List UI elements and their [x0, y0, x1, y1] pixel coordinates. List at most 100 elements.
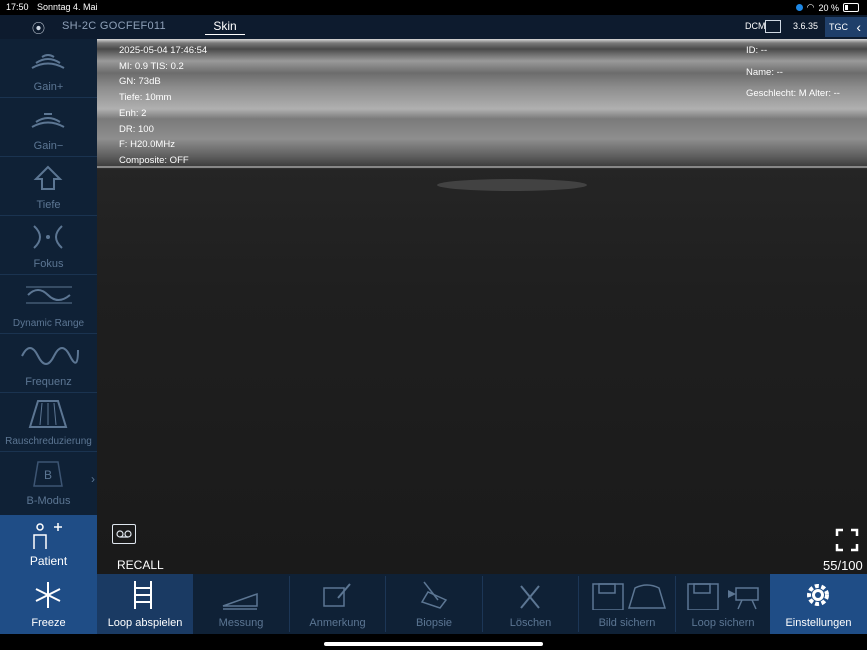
freeze-label: Freeze: [31, 617, 66, 629]
settings-button[interactable]: Einstellungen: [770, 574, 867, 634]
measure-label: Messung: [218, 617, 264, 629]
gain-minus-button[interactable]: Gain−: [0, 98, 97, 157]
loop-play-label: Loop abspielen: [107, 617, 183, 629]
patient-button[interactable]: Patient: [0, 515, 97, 574]
film-strip-icon: [134, 581, 152, 609]
patient-id: ID: --: [746, 45, 768, 56]
scan-depth: Tiefe: 10mm: [119, 92, 172, 104]
chevron-left-icon: ‹: [856, 19, 861, 35]
bottom-toolbar: Freeze Loop abspielen Messung Anmerkung: [0, 574, 867, 634]
save-loop-icon: [687, 583, 759, 610]
battery-icon: [843, 3, 859, 12]
preset-underline: [205, 34, 245, 35]
biopsy-button[interactable]: Biopsie: [386, 574, 482, 634]
biopsy-label: Biopsie: [415, 617, 453, 629]
noise-reduction-icon: [28, 400, 68, 428]
delete-label: Löschen: [509, 617, 552, 629]
loop-play-button[interactable]: Loop abspielen: [97, 574, 193, 634]
annotation-button[interactable]: Anmerkung: [290, 574, 385, 634]
tissue-boundary: [97, 166, 867, 168]
freeze-button[interactable]: Freeze: [0, 574, 97, 634]
preset-tab[interactable]: Skin: [206, 19, 244, 33]
image-background: [97, 170, 867, 574]
snowflake-icon: [35, 582, 61, 608]
home-indicator-bar: [0, 634, 867, 650]
battery-percent: 20 %: [818, 2, 839, 13]
biopsy-icon: [420, 581, 448, 609]
home-indicator[interactable]: [324, 642, 543, 646]
app-version: 3.6.35: [793, 21, 819, 31]
noise-reduction-button[interactable]: Rauschreduzierung: [0, 393, 97, 452]
left-sidebar: Gain+ Gain− Tiefe Fokus Dynamic Range Fr…: [0, 39, 97, 574]
tgc-button[interactable]: TGC ‹: [825, 17, 867, 37]
top-bar: ⦿ SH-2C GOCFEF011 Skin DCM 3.6.35 TGC ‹: [0, 15, 867, 39]
scan-composite: Composite: OFF: [119, 154, 189, 166]
status-bar: 17:50 Sonntag 4. Mai ◠ 20 %: [0, 0, 867, 15]
save-loop-button[interactable]: Loop sichern: [676, 574, 770, 634]
recall-label[interactable]: RECALL: [117, 558, 164, 572]
gain-plus-button[interactable]: Gain+: [0, 39, 97, 98]
settings-label: Einstellungen: [785, 617, 852, 629]
b-mode-icon: B: [33, 461, 63, 487]
patient-label: Patient: [29, 554, 68, 568]
save-image-icon: [592, 583, 667, 610]
annotation-icon: [323, 583, 351, 607]
status-right: ◠ 20 %: [795, 2, 859, 13]
scan-mi-tis: MI: 0.9 TIS: 0.2: [119, 60, 184, 72]
chevron-right-icon[interactable]: ›: [91, 472, 95, 486]
frame-counter: 55/100: [823, 558, 863, 573]
echo-artifact: [437, 179, 587, 191]
gain-plus-label: Gain+: [33, 81, 64, 93]
probe-name[interactable]: SH-2C GOCFEF011: [62, 20, 166, 32]
scan-parameters: 2025-05-04 17:46:54 MI: 0.9 TIS: 0.2 GN:…: [119, 43, 207, 169]
patient-gender-age: Geschlecht: M Alter: --: [746, 88, 840, 100]
status-date: Sonntag 4. Mai: [37, 2, 98, 12]
dynamic-range-button[interactable]: Dynamic Range: [0, 275, 97, 334]
annotation-label: Anmerkung: [309, 617, 366, 629]
depth-icon: [33, 165, 63, 190]
focus-label: Fokus: [33, 258, 64, 270]
scan-gain: GN: 73dB: [119, 76, 161, 88]
depth-label: Tiefe: [36, 199, 61, 211]
measure-button[interactable]: Messung: [193, 574, 289, 634]
patient-icon: [33, 523, 62, 549]
ruler-icon: [222, 592, 258, 610]
save-loop-label: Loop sichern: [691, 617, 755, 629]
gain-plus-icon: [31, 54, 65, 69]
gain-minus-icon: [31, 113, 65, 128]
frequency-icon: [21, 347, 79, 365]
recall-icon[interactable]: [112, 524, 136, 544]
save-image-label: Bild sichern: [598, 617, 656, 629]
svg-text:B: B: [44, 468, 52, 482]
frequency-button[interactable]: Frequenz: [0, 334, 97, 393]
b-mode-label: B-Modus: [26, 495, 71, 507]
patient-info: ID: -- Name: -- Geschlecht: M Alter: --: [746, 43, 840, 102]
dynamic-range-label: Dynamic Range: [12, 318, 85, 329]
close-icon: [520, 585, 540, 609]
gain-minus-label: Gain−: [33, 140, 64, 152]
save-image-button[interactable]: Bild sichern: [579, 574, 675, 634]
wifi-icon: ◠: [806, 2, 815, 12]
tgc-label: TGC: [829, 22, 848, 32]
scan-frequency: F: H20.0MHz: [119, 139, 175, 151]
status-time: 17:50: [6, 2, 29, 12]
delete-button[interactable]: Löschen: [483, 574, 578, 634]
focus-icon: [33, 225, 63, 249]
dcm-status-icon[interactable]: [765, 20, 781, 33]
b-mode-button[interactable]: B B-Modus ›: [0, 452, 97, 511]
dynamic-range-icon: [26, 286, 72, 304]
focus-button[interactable]: Fokus: [0, 216, 97, 275]
gear-icon: [807, 584, 829, 606]
ultrasound-image[interactable]: 2025-05-04 17:46:54 MI: 0.9 TIS: 0.2 GN:…: [97, 39, 867, 574]
dcm-label[interactable]: DCM: [745, 21, 766, 31]
scan-datetime: 2025-05-04 17:46:54: [119, 45, 208, 56]
patient-name: Name: --: [746, 66, 783, 78]
scan-dr: DR: 100: [119, 123, 154, 135]
bluetooth-icon: [795, 4, 803, 11]
probe-signal-icon: ⦿: [32, 21, 46, 36]
frequency-label: Frequenz: [25, 376, 72, 388]
scan-enh: Enh: 2: [119, 107, 147, 119]
noise-reduction-label: Rauschreduzierung: [5, 436, 92, 447]
depth-button[interactable]: Tiefe: [0, 157, 97, 216]
fullscreen-icon[interactable]: [835, 528, 859, 552]
